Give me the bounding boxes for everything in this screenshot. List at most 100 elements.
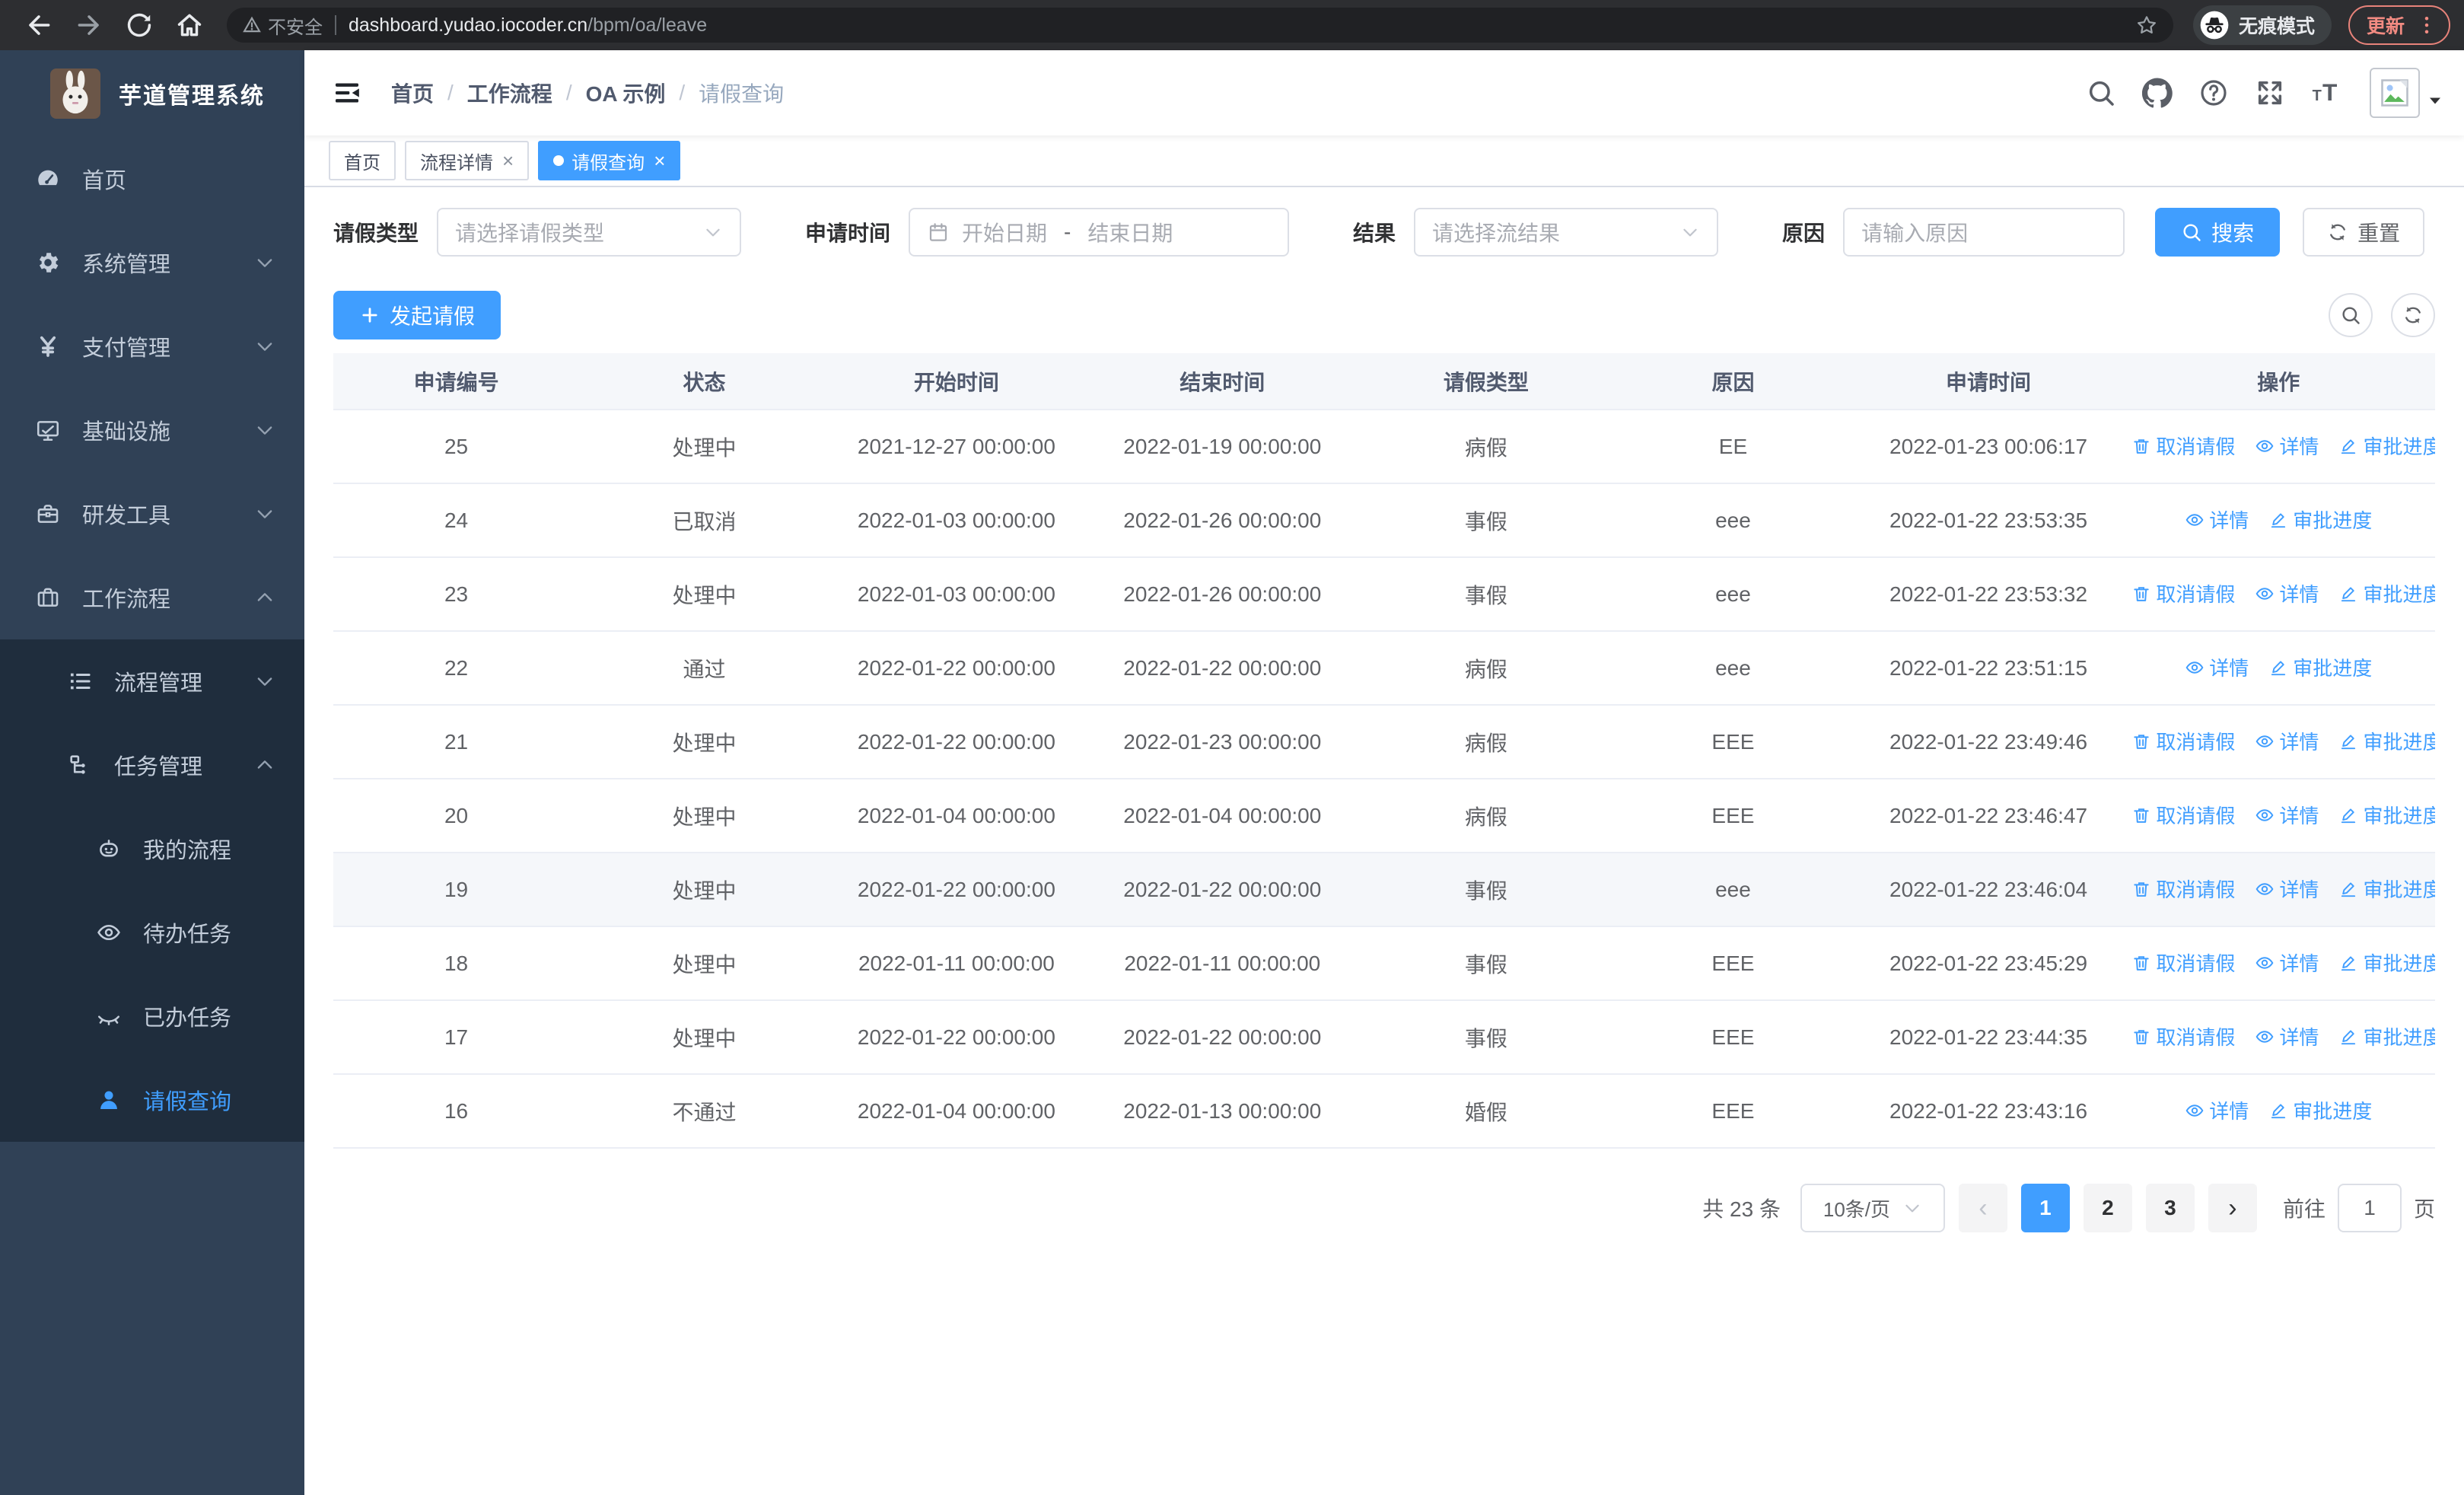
font-size-icon[interactable]: TT: [2311, 78, 2341, 108]
action-cancel-leave[interactable]: 取消请假: [2131, 948, 2235, 977]
sidebar-item-process-mgmt[interactable]: 流程管理: [0, 639, 304, 723]
address-bar[interactable]: 不安全 dashboard.yudao.iocoder.cn /bpm/oa/l…: [227, 8, 2173, 43]
sidebar-item-home[interactable]: 首页: [0, 137, 304, 221]
action-detail[interactable]: 详情: [2255, 727, 2319, 755]
action-cancel-leave[interactable]: 取消请假: [2131, 727, 2235, 755]
action-detail[interactable]: 详情: [2255, 579, 2319, 607]
action-detail[interactable]: 详情: [2255, 801, 2319, 829]
page-button-3[interactable]: 3: [2145, 1184, 2195, 1232]
browser-update-button[interactable]: 更新: [2348, 5, 2450, 45]
breadcrumb-item[interactable]: 工作流程: [467, 78, 552, 108]
cell-start: 2022-01-22 00:00:00: [829, 631, 1084, 706]
reload-icon[interactable]: [125, 11, 154, 40]
action-cancel-leave[interactable]: 取消请假: [2131, 432, 2235, 460]
sidebar-collapse-icon[interactable]: [332, 78, 362, 108]
help-icon[interactable]: [2198, 78, 2229, 108]
action-cancel-leave[interactable]: 取消请假: [2131, 801, 2235, 829]
breadcrumb-item[interactable]: 首页: [391, 78, 434, 108]
edit-icon: [2268, 1101, 2288, 1120]
action-cancel-leave[interactable]: 取消请假: [2131, 875, 2235, 903]
table-toolbar: 发起请假: [333, 291, 2435, 339]
sidebar-item-my-process[interactable]: 我的流程: [0, 807, 304, 891]
action-progress[interactable]: 审批进度: [2338, 727, 2435, 755]
action-progress[interactable]: 审批进度: [2338, 579, 2435, 607]
tab-close-icon[interactable]: ×: [502, 151, 514, 171]
leave-type-select[interactable]: 请选择请假类型: [437, 208, 742, 257]
sidebar-item-task-mgmt[interactable]: 任务管理: [0, 723, 304, 807]
page-size-select[interactable]: 10条/页: [1800, 1184, 1945, 1232]
forward-icon[interactable]: [75, 11, 103, 40]
edit-icon: [2338, 1027, 2358, 1047]
action-detail[interactable]: 详情: [2255, 875, 2319, 903]
browser-menu-icon[interactable]: [2415, 14, 2438, 37]
sidebar-item-todo-tasks[interactable]: 待办任务: [0, 891, 304, 974]
home-icon[interactable]: [175, 11, 204, 40]
action-progress[interactable]: 审批进度: [2338, 432, 2435, 460]
sidebar-logo-row[interactable]: 芋道管理系统: [0, 50, 304, 137]
tab-process-detail[interactable]: 流程详情 ×: [405, 141, 530, 180]
action-progress[interactable]: 审批进度: [2338, 948, 2435, 977]
create-leave-button[interactable]: 发起请假: [333, 291, 501, 339]
sidebar-item-payment[interactable]: 支付管理: [0, 304, 304, 388]
prev-page-button[interactable]: ‹: [1958, 1184, 2007, 1232]
fullscreen-icon[interactable]: [2255, 78, 2285, 108]
result-select[interactable]: 请选择流结果: [1414, 208, 1719, 257]
search-button[interactable]: 搜索: [2155, 208, 2281, 257]
action-cancel-leave[interactable]: 取消请假: [2131, 579, 2235, 607]
cell-id: 24: [333, 483, 580, 558]
action-progress[interactable]: 审批进度: [2338, 801, 2435, 829]
sidebar-item-system[interactable]: 系统管理: [0, 221, 304, 304]
table-row: 23 处理中 2022-01-03 00:00:00 2022-01-26 00:00…: [333, 557, 2435, 632]
action-detail[interactable]: 详情: [2185, 1096, 2249, 1124]
action-progress[interactable]: 审批进度: [2338, 875, 2435, 903]
refresh-table-button[interactable]: [2391, 293, 2435, 337]
cell-type: 病假: [1361, 779, 1612, 853]
eye-closed-icon: [96, 1003, 122, 1029]
action-cancel-leave[interactable]: 取消请假: [2131, 1022, 2235, 1050]
sidebar-item-devtools[interactable]: 研发工具: [0, 472, 304, 556]
chevron-down-icon: [1680, 222, 1700, 242]
action-progress[interactable]: 审批进度: [2268, 1096, 2372, 1124]
table-row: 20 处理中 2022-01-04 00:00:00 2022-01-04 00:00…: [333, 779, 2435, 853]
bookmark-star-icon[interactable]: [2135, 14, 2158, 37]
back-icon[interactable]: [24, 11, 53, 40]
goto-page-input[interactable]: 1: [2337, 1184, 2402, 1232]
cell-end: 2022-01-26 00:00:00: [1084, 483, 1361, 558]
action-progress[interactable]: 审批进度: [2338, 1022, 2435, 1050]
reset-button[interactable]: 重置: [2303, 208, 2425, 257]
cell-type: 事假: [1361, 1000, 1612, 1075]
not-secure-icon: [242, 15, 262, 35]
tab-close-icon[interactable]: ×: [654, 151, 665, 171]
dashboard-icon: [35, 166, 61, 192]
tab-leave-query[interactable]: 请假查询 ×: [538, 141, 681, 180]
column-header: 操作: [2122, 353, 2435, 410]
action-progress[interactable]: 审批进度: [2268, 653, 2372, 681]
cell-id: 20: [333, 779, 580, 853]
sidebar-item-workflow[interactable]: 工作流程: [0, 556, 304, 639]
date-range-picker[interactable]: 开始日期 - 结束日期: [909, 208, 1290, 257]
action-detail[interactable]: 详情: [2255, 432, 2319, 460]
action-detail[interactable]: 详情: [2255, 1022, 2319, 1050]
cell-actions: 详情 审批进度: [2122, 1074, 2435, 1149]
action-detail[interactable]: 详情: [2185, 505, 2249, 534]
action-progress[interactable]: 审批进度: [2268, 505, 2372, 534]
trash-icon: [2131, 584, 2151, 604]
page-button-1[interactable]: 1: [2020, 1184, 2070, 1232]
cell-type: 婚假: [1361, 1074, 1612, 1149]
tab-home[interactable]: 首页: [329, 141, 396, 180]
breadcrumb-item[interactable]: OA 示例: [586, 78, 666, 108]
toggle-search-button[interactable]: [2329, 293, 2373, 337]
action-detail[interactable]: 详情: [2185, 653, 2249, 681]
search-icon[interactable]: [2086, 78, 2116, 108]
sidebar-item-done-tasks[interactable]: 已办任务: [0, 974, 304, 1058]
reason-input[interactable]: 请输入原因: [1843, 208, 2125, 257]
action-detail[interactable]: 详情: [2255, 948, 2319, 977]
avatar[interactable]: [2370, 68, 2420, 118]
sidebar-item-infra[interactable]: 基础设施: [0, 388, 304, 472]
cell-id: 23: [333, 557, 580, 632]
sidebar-item-leave-query[interactable]: 请假查询: [0, 1058, 304, 1142]
page-button-2[interactable]: 2: [2083, 1184, 2132, 1232]
github-icon[interactable]: [2142, 78, 2173, 108]
next-page-button[interactable]: ›: [2208, 1184, 2257, 1232]
avatar-caret-down-icon[interactable]: [2426, 91, 2444, 110]
